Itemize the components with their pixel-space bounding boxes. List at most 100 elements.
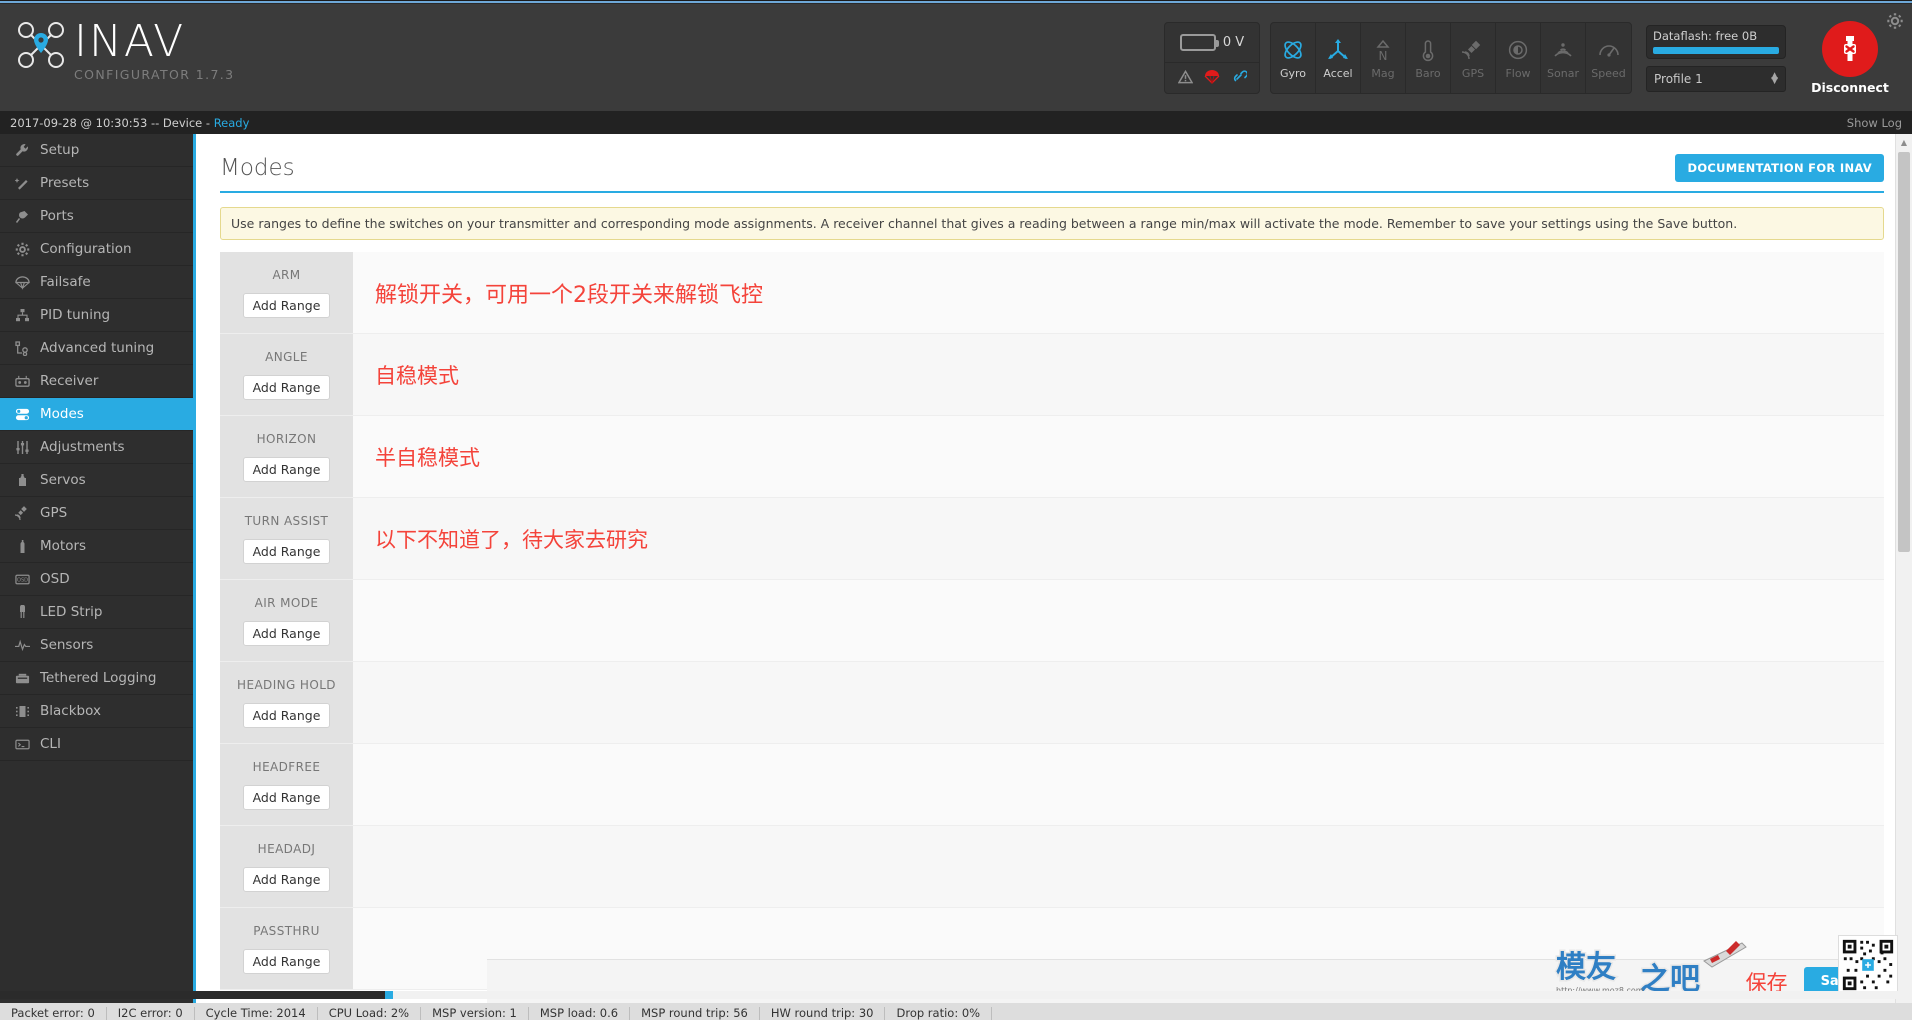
accel-icon: [1325, 36, 1351, 64]
sensor-accel: Accel: [1316, 23, 1361, 93]
sonar-icon: [1550, 36, 1576, 64]
mode-row: HEADADJ Add Range: [220, 826, 1884, 908]
wand-icon: [14, 176, 31, 191]
satellite-icon: [14, 505, 31, 521]
profile-value: Profile 1: [1654, 71, 1703, 86]
sidebar-item-servos[interactable]: Servos: [0, 464, 193, 497]
gps-icon: [1460, 36, 1486, 64]
profile-select[interactable]: Profile 1 ▲ ▼: [1646, 65, 1786, 92]
remote-control-icon: [14, 374, 31, 389]
documentation-button[interactable]: DOCUMENTATION FOR INAV: [1675, 154, 1884, 182]
sidebar-item-pid-tuning[interactable]: PID tuning: [0, 299, 193, 332]
faders-icon: [14, 440, 31, 455]
add-range-button[interactable]: Add Range: [242, 948, 331, 974]
sensor-status-group: Gyro Accel N Mag Baro GPS Flow Sonar Spe…: [1270, 22, 1632, 94]
wrench-icon: [14, 143, 31, 158]
sensor-label: Mag: [1371, 67, 1395, 80]
sitemap-icon: [14, 308, 31, 323]
sidebar-item-failsafe[interactable]: Failsafe: [0, 266, 193, 299]
mode-range-area[interactable]: [353, 662, 1884, 743]
content-scrollbar[interactable]: ▲ ▼: [1895, 134, 1912, 1003]
sidebar-item-motors[interactable]: Motors: [0, 530, 193, 563]
modes-panel: Modes DOCUMENTATION FOR INAV Use ranges …: [196, 134, 1912, 990]
header-right-cluster: 0 V Gyro Accel N Mag Baro GPS Flow Sonar…: [1164, 4, 1912, 112]
sidebar-item-receiver[interactable]: Receiver: [0, 365, 193, 398]
sidebar-item-modes[interactable]: Modes: [0, 398, 193, 431]
mode-range-area[interactable]: 以下不知道了，待大家去研究: [353, 498, 1884, 579]
sidebar-item-configuration[interactable]: Configuration: [0, 233, 193, 266]
add-range-button[interactable]: Add Range: [242, 784, 331, 810]
mode-list: ARM Add Range 解锁开关，可用一个2段开关来解锁飞控 ANGLE A…: [220, 252, 1884, 990]
dataflash-status: Dataflash: free 0B: [1646, 24, 1786, 59]
mode-annotation: 解锁开关，可用一个2段开关来解锁飞控: [375, 282, 763, 308]
sidebar-item-tethered-logging[interactable]: Tethered Logging: [0, 662, 193, 695]
mode-range-area[interactable]: 自稳模式: [353, 334, 1884, 415]
sidebar-item-adjustments[interactable]: Adjustments: [0, 431, 193, 464]
sidebar-item-label: PID tuning: [40, 307, 111, 323]
sensor-gps: GPS: [1451, 23, 1496, 93]
gyro-icon: [1280, 36, 1306, 64]
sidebar-item-label: Servos: [40, 472, 86, 488]
mode-name: PASSTHRU: [253, 923, 320, 938]
sidebar-item-ports[interactable]: Ports: [0, 200, 193, 233]
add-range-button[interactable]: Add Range: [242, 866, 331, 892]
osd-icon: OSD: [14, 572, 31, 587]
sidebar-item-label: Setup: [40, 142, 80, 158]
sidebar-item-cli[interactable]: CLI: [0, 728, 193, 761]
show-log-link[interactable]: Show Log: [1847, 116, 1902, 130]
mode-range-area[interactable]: [353, 744, 1884, 825]
sidebar-nav: Setup Presets Ports Configuration Failsa…: [0, 134, 196, 1003]
mode-range-area[interactable]: [353, 826, 1884, 907]
warning-icon: [1177, 69, 1193, 88]
mode-row: TURN ASSIST Add Range 以下不知道了，待大家去研究: [220, 498, 1884, 580]
horizontal-scrollbar[interactable]: [0, 991, 1912, 999]
h-scrollbar-accent: [385, 991, 393, 999]
terminal-icon: [14, 737, 31, 752]
h-scrollbar-thumb[interactable]: [0, 991, 385, 999]
plug-icon: [14, 209, 31, 224]
speed-icon: [1596, 36, 1622, 64]
sidebar-item-sensors[interactable]: Sensors: [0, 629, 193, 662]
mode-annotation: 半自稳模式: [375, 445, 480, 470]
mode-row: HEADFREE Add Range: [220, 744, 1884, 826]
mode-name-column: ARM Add Range: [220, 252, 353, 333]
scrollbar-thumb[interactable]: [1898, 152, 1910, 552]
scroll-up-arrow-icon[interactable]: ▲: [1896, 134, 1912, 151]
mode-range-area[interactable]: 解锁开关，可用一个2段开关来解锁飞控: [353, 252, 1884, 333]
motor-icon: [14, 539, 31, 554]
settings-gear-icon[interactable]: [1886, 12, 1904, 34]
sidebar-item-label: Presets: [40, 175, 90, 191]
mode-annotation: 自稳模式: [375, 363, 459, 388]
status-packet-error: Packet error: 0: [0, 1007, 107, 1020]
brand: INAV CONFIGURATOR 1.7.3: [14, 18, 235, 82]
servo-icon: [14, 473, 31, 488]
sidebar-item-presets[interactable]: Presets: [0, 167, 193, 200]
sidebar-item-gps[interactable]: GPS: [0, 497, 193, 530]
add-range-button[interactable]: Add Range: [242, 374, 331, 400]
link-icon: [1231, 69, 1248, 88]
add-range-button[interactable]: Add Range: [242, 702, 331, 728]
add-range-button[interactable]: Add Range: [242, 538, 331, 564]
mode-name: HEADADJ: [257, 841, 316, 856]
mode-range-area[interactable]: 半自稳模式: [353, 416, 1884, 497]
mode-row: AIR MODE Add Range: [220, 580, 1884, 662]
add-range-button[interactable]: Add Range: [242, 620, 331, 646]
sidebar-item-label: CLI: [40, 736, 61, 752]
mode-name: HORIZON: [256, 431, 317, 446]
sidebar-item-advanced-tuning[interactable]: Advanced tuning: [0, 332, 193, 365]
disconnect-button[interactable]: Disconnect: [1802, 21, 1898, 95]
sensor-baro: Baro: [1406, 23, 1451, 93]
mode-name-column: HEADING HOLD Add Range: [220, 662, 353, 743]
mode-range-area[interactable]: [353, 580, 1884, 661]
sidebar-item-blackbox[interactable]: Blackbox: [0, 695, 193, 728]
sidebar-item-led-strip[interactable]: LED Strip: [0, 596, 193, 629]
status-hw-round-trip: HW round trip: 30: [760, 1007, 886, 1020]
add-range-button[interactable]: Add Range: [242, 456, 331, 482]
add-range-button[interactable]: Add Range: [242, 292, 331, 318]
sensor-speed: Speed: [1586, 23, 1631, 93]
disconnect-label: Disconnect: [1811, 80, 1889, 95]
sidebar-item-osd[interactable]: OSD OSD: [0, 563, 193, 596]
dataflash-progress-bar: [1653, 46, 1779, 54]
sidebar-item-setup[interactable]: Setup: [0, 134, 193, 167]
mode-row: ANGLE Add Range 自稳模式: [220, 334, 1884, 416]
